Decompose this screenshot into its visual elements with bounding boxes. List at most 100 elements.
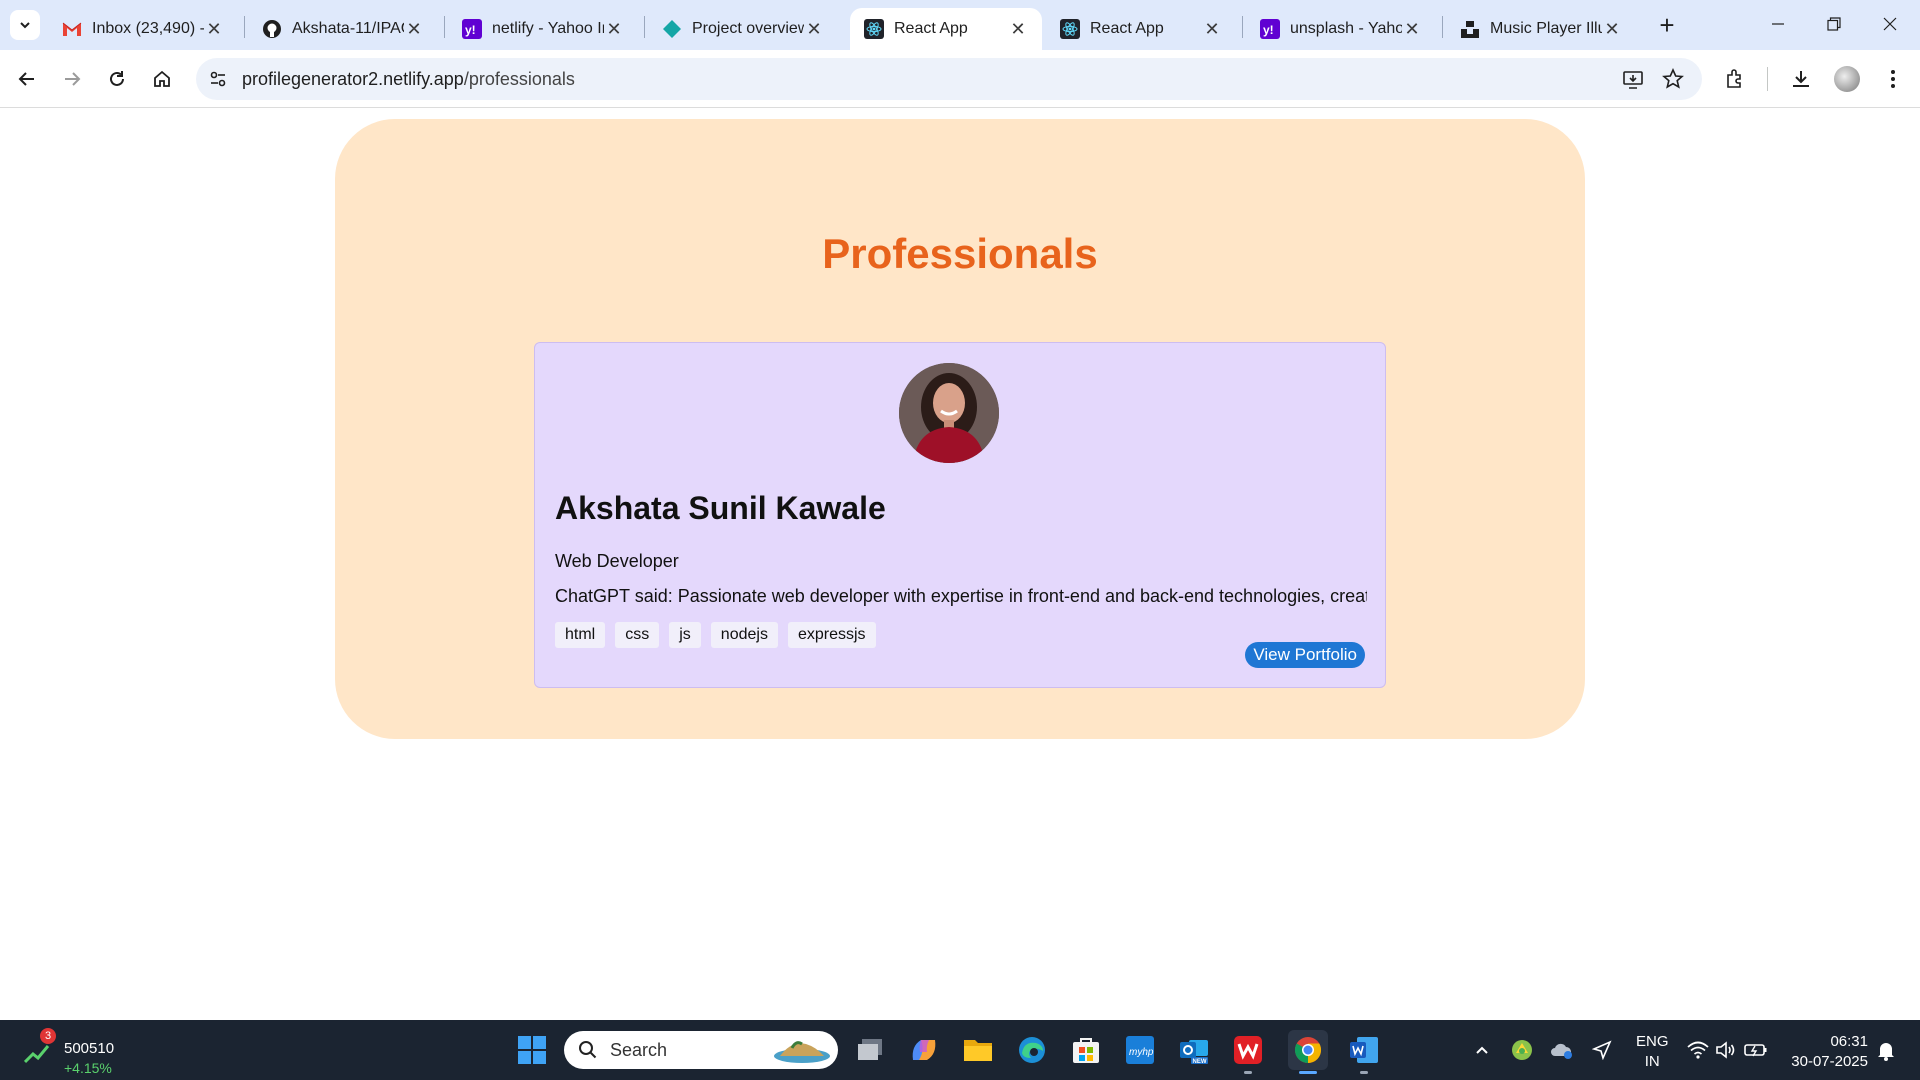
language-indicator[interactable]: ENG IN	[1636, 1032, 1669, 1072]
toolbar-divider	[1767, 67, 1768, 91]
back-button[interactable]	[10, 62, 44, 96]
minimize-icon	[1772, 23, 1784, 25]
menu-button[interactable]	[1876, 62, 1910, 96]
svg-text:myhp: myhp	[1129, 1047, 1154, 1058]
address-bar[interactable]: profilegenerator2.netlify.app/profession…	[196, 58, 1702, 100]
url-path: /professionals	[463, 69, 575, 89]
home-button[interactable]	[145, 62, 179, 96]
url-text[interactable]: profilegenerator2.netlify.app/profession…	[242, 69, 575, 90]
profile-role: Web Developer	[555, 551, 679, 571]
tab-yahoo-netlify[interactable]: y! netlify - Yahoo In ✕	[448, 8, 638, 50]
react-icon	[1060, 19, 1080, 39]
view-portfolio-button[interactable]: View Portfolio	[1245, 642, 1365, 668]
tab-title: React App	[1090, 20, 1164, 37]
wifi-icon[interactable]	[1686, 1038, 1710, 1062]
location-icon[interactable]	[1590, 1038, 1614, 1062]
task-view-icon	[858, 1039, 882, 1060]
tab-gmail[interactable]: Inbox (23,490) - ✕	[48, 8, 238, 50]
file-explorer-button[interactable]	[958, 1030, 998, 1070]
chrome-button[interactable]	[1288, 1030, 1328, 1074]
region-code: IN	[1644, 1053, 1660, 1070]
store-button[interactable]	[1066, 1030, 1106, 1070]
chevron-up-icon	[1476, 1046, 1488, 1054]
tab-yahoo-unsplash[interactable]: y! unsplash - Yahoo ✕	[1246, 8, 1436, 50]
close-window-button[interactable]	[1862, 0, 1918, 48]
taskbar-search[interactable]: Search	[564, 1031, 838, 1069]
task-view-button[interactable]	[850, 1030, 890, 1070]
profile-description: ChatGPT said: Passionate web developer w…	[555, 586, 1367, 606]
show-hidden-icons-button[interactable]	[1470, 1038, 1494, 1062]
reload-icon	[110, 71, 124, 86]
active-indicator	[1299, 1071, 1317, 1074]
clock[interactable]: 06:31 30-07-2025	[1788, 1032, 1868, 1072]
tab-github[interactable]: Akshata-11/IPAG ✕	[248, 8, 438, 50]
start-button[interactable]	[512, 1030, 552, 1070]
install-app-icon[interactable]	[1620, 66, 1646, 92]
close-icon[interactable]: ✕	[1202, 19, 1222, 40]
profile-card: Akshata Sunil Kawale Web Developer ChatG…	[534, 342, 1386, 688]
tab-search-button[interactable]	[10, 10, 40, 40]
close-icon[interactable]: ✕	[604, 19, 624, 40]
close-icon[interactable]: ✕	[1008, 19, 1028, 40]
stock-widget[interactable]: 3 500510 +4.15%	[24, 1028, 134, 1076]
chevron-down-icon	[20, 22, 30, 29]
forward-button[interactable]	[55, 62, 89, 96]
volume-icon[interactable]	[1714, 1038, 1738, 1062]
tab-react-app-active[interactable]: React App ✕	[850, 8, 1042, 50]
unsplash-icon	[1460, 19, 1480, 39]
site-info-icon[interactable]	[206, 67, 230, 91]
profile-avatar[interactable]	[1830, 62, 1864, 96]
myhp-button[interactable]: myhp	[1120, 1030, 1160, 1070]
tab-react-app[interactable]: React App ✕	[1046, 8, 1236, 50]
word-button[interactable]	[1344, 1030, 1384, 1074]
copilot-icon	[912, 1040, 936, 1060]
restore-button[interactable]	[1806, 0, 1862, 48]
copilot-button[interactable]	[904, 1030, 944, 1070]
tray-app-icon[interactable]	[1510, 1038, 1534, 1062]
tab-netlify[interactable]: Project overview ✕	[648, 8, 838, 50]
windows-taskbar: 3 500510 +4.15% Search myhp NEW ENG IN 0…	[0, 1020, 1920, 1080]
bookmark-star-icon[interactable]	[1660, 66, 1686, 92]
wps-office-button[interactable]	[1228, 1030, 1268, 1074]
close-icon[interactable]: ✕	[804, 19, 824, 40]
browser-toolbar: profilegenerator2.netlify.app/profession…	[0, 50, 1920, 108]
edge-button[interactable]	[1012, 1030, 1052, 1070]
minimize-button[interactable]	[1750, 0, 1806, 48]
search-highlight-icon	[774, 1041, 830, 1063]
close-icon[interactable]: ✕	[1402, 19, 1422, 40]
store-icon	[1073, 1038, 1099, 1063]
google-drive-icon	[1512, 1040, 1532, 1060]
notification-badge: 3	[40, 1028, 56, 1044]
outlook-icon: NEW	[1180, 1040, 1208, 1065]
skill-tag: js	[669, 622, 701, 648]
netlify-icon	[662, 19, 682, 39]
outlook-button[interactable]: NEW	[1174, 1030, 1214, 1070]
battery-icon[interactable]	[1744, 1038, 1768, 1062]
downloads-icon[interactable]	[1784, 62, 1818, 96]
url-host: profilegenerator2.netlify.app	[242, 69, 464, 89]
page-title: Professionals	[822, 230, 1098, 277]
tab-separator	[644, 16, 645, 38]
plus-icon: +	[1659, 9, 1675, 40]
restore-icon	[1827, 17, 1841, 31]
notifications-icon[interactable]	[1874, 1038, 1898, 1062]
stock-change: +4.15%	[64, 1060, 112, 1076]
tab-title: Akshata-11/IPAG	[292, 20, 404, 37]
profile-name: Akshata Sunil Kawale	[555, 490, 886, 526]
svg-text:NEW: NEW	[1193, 1059, 1207, 1065]
onedrive-icon[interactable]	[1550, 1038, 1574, 1062]
home-icon	[154, 70, 170, 87]
close-icon[interactable]: ✕	[404, 19, 424, 40]
search-icon	[579, 1041, 597, 1059]
skill-tag: html	[555, 622, 606, 648]
reload-button[interactable]	[100, 62, 134, 96]
folder-icon	[964, 1040, 992, 1061]
close-icon[interactable]: ✕	[1602, 19, 1622, 40]
chrome-icon	[1294, 1037, 1322, 1064]
tab-music-player[interactable]: Music Player Illu ✕	[1446, 8, 1636, 50]
yahoo-icon: y!	[1260, 19, 1280, 39]
new-tab-button[interactable]: +	[1652, 10, 1682, 40]
close-icon[interactable]: ✕	[204, 19, 224, 40]
extensions-icon[interactable]	[1718, 62, 1752, 96]
svg-text:y!: y!	[465, 23, 476, 37]
